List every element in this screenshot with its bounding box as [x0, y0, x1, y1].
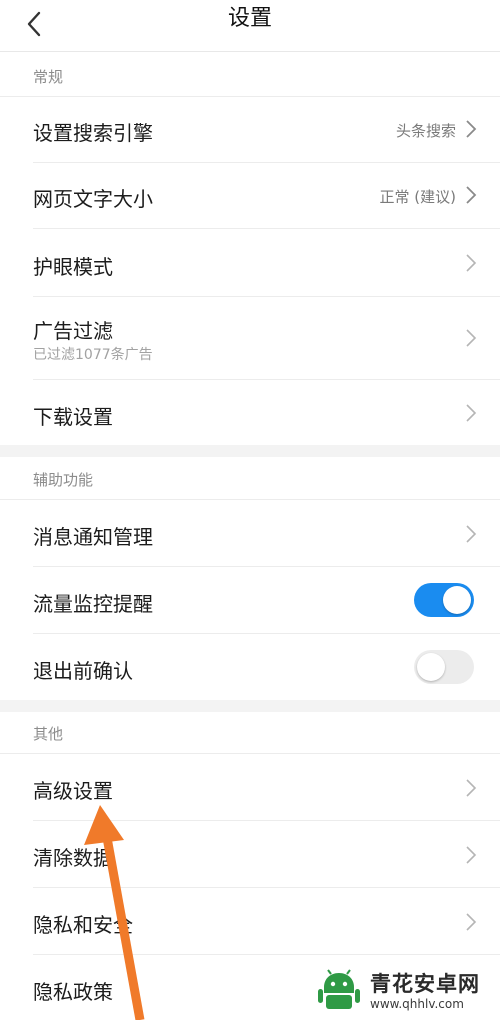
chevron-right-icon: [466, 404, 477, 422]
traffic-toggle[interactable]: [414, 583, 474, 617]
row-ad-filter[interactable]: 广告过滤 已过滤1077条广告: [0, 297, 500, 379]
row-label: 下载设置: [33, 405, 113, 429]
chevron-right-icon: [466, 254, 477, 272]
row-font-size[interactable]: 网页文字大小 正常 (建议): [0, 163, 500, 228]
row-label: 护眼模式: [33, 255, 113, 279]
row-advanced[interactable]: 高级设置: [0, 754, 500, 820]
row-eye-mode[interactable]: 护眼模式: [0, 229, 500, 296]
row-label: 设置搜索引擎: [33, 121, 153, 145]
section-title-general: 常规: [33, 68, 64, 86]
toggle-knob: [417, 653, 445, 681]
row-label: 高级设置: [33, 779, 113, 803]
toggle-knob: [443, 586, 471, 614]
row-label: 隐私和安全: [33, 913, 133, 937]
row-sub: 已过滤1077条广告: [33, 347, 153, 363]
chevron-right-icon: [466, 846, 477, 864]
section-band: [0, 700, 500, 712]
row-privacy-security[interactable]: 隐私和安全: [0, 888, 500, 954]
chevron-right-icon: [466, 913, 477, 931]
row-download[interactable]: 下载设置: [0, 380, 500, 445]
row-label: 清除数据: [33, 846, 113, 870]
watermark-url: www.qhhlv.com: [370, 997, 464, 1011]
row-label: 流量监控提醒: [33, 592, 153, 616]
row-exit-confirm: 退出前确认: [0, 634, 500, 700]
section-title-other: 其他: [33, 725, 64, 743]
chevron-right-icon: [466, 186, 477, 204]
row-label: 隐私政策: [33, 980, 113, 1004]
chevron-right-icon: [466, 120, 477, 138]
row-clear-data[interactable]: 清除数据: [0, 821, 500, 887]
chevron-right-icon: [466, 525, 477, 543]
row-traffic: 流量监控提醒: [0, 567, 500, 633]
row-value: 头条搜索: [395, 122, 456, 140]
chevron-right-icon: [466, 779, 477, 797]
watermark-name: 青花安卓网: [370, 972, 480, 996]
row-label: 网页文字大小: [33, 187, 153, 211]
row-label: 退出前确认: [33, 659, 133, 683]
row-label: 消息通知管理: [33, 525, 153, 549]
row-value: 正常 (建议): [379, 188, 456, 206]
header-bar: 设置: [0, 0, 500, 52]
row-label: 广告过滤: [33, 319, 113, 343]
android-logo-icon: [315, 968, 363, 1016]
row-search-engine[interactable]: 设置搜索引擎 头条搜索: [0, 97, 500, 162]
row-notify[interactable]: 消息通知管理: [0, 500, 500, 566]
page-title: 设置: [227, 6, 272, 31]
exit-confirm-toggle[interactable]: [414, 650, 474, 684]
chevron-right-icon: [466, 329, 477, 347]
section-band: [0, 445, 500, 457]
section-title-assist: 辅助功能: [33, 471, 94, 489]
watermark: 青花安卓网 www.qhhlv.com: [314, 964, 500, 1020]
